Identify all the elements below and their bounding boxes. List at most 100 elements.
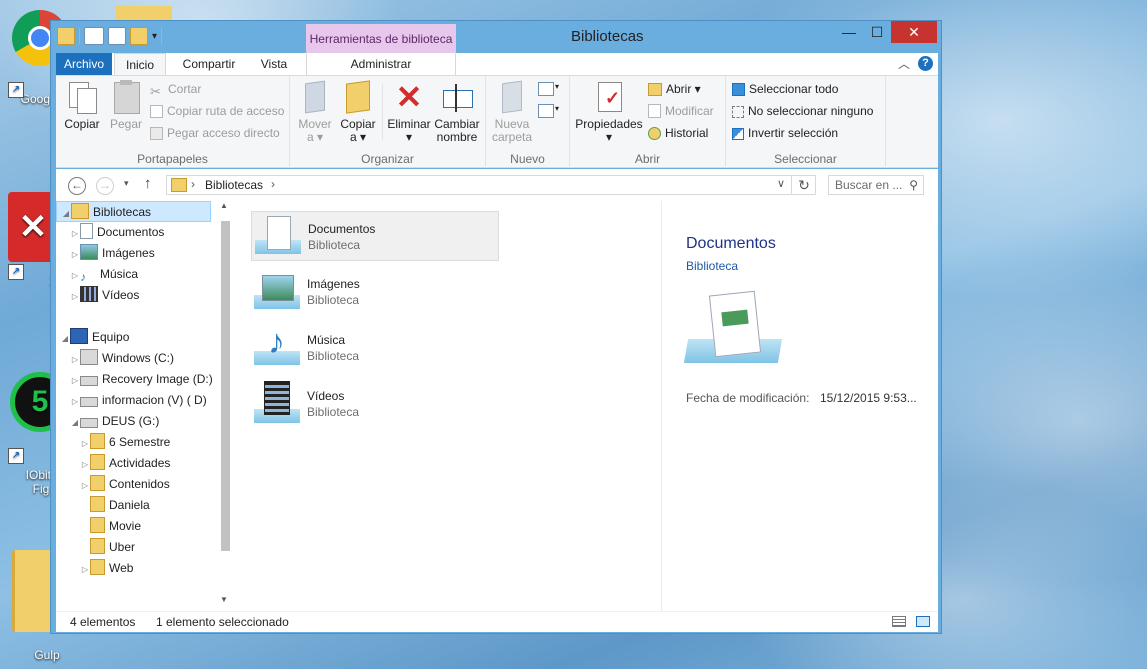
paste-button[interactable]: Pegar (106, 80, 146, 131)
folder-icon[interactable] (57, 27, 75, 45)
ribbon: Copiar Pegar ✂ Cortar Copiar ruta de acce… (56, 75, 938, 168)
select-all-button[interactable]: Seleccionar todo (732, 80, 838, 98)
properties-icon[interactable] (84, 27, 104, 45)
tree-item[interactable]: ▷ Imágenes (56, 243, 155, 264)
new-item-icon[interactable] (538, 82, 554, 96)
desktop-folder-top (116, 6, 172, 20)
tree-item[interactable]: ▷ Vídeos (56, 285, 139, 306)
tree-item[interactable]: Uber (56, 537, 135, 558)
tree-item[interactable]: ▷ Actividades (56, 453, 170, 474)
tree-expander-icon[interactable]: ▷ (70, 286, 80, 307)
library-tile[interactable]: Imágenes Biblioteca (251, 267, 499, 317)
tree-expander-icon[interactable]: ◢ (70, 412, 80, 433)
breadcrumb-bibliotecas[interactable]: Bibliotecas (205, 178, 263, 192)
details-view-icon[interactable] (892, 616, 906, 627)
copy-button[interactable]: Copiar (60, 80, 104, 131)
tree-item[interactable]: ◢ Bibliotecas (56, 201, 211, 222)
rename-button[interactable]: Cambiar nombre (432, 80, 482, 144)
scrollbar-thumb[interactable] (221, 221, 230, 551)
scroll-down-icon[interactable]: ▼ (220, 595, 228, 604)
folder-icon[interactable] (130, 27, 148, 45)
tree-expander-icon[interactable]: ▷ (80, 559, 90, 580)
tree-expander-icon[interactable]: ◢ (60, 328, 70, 349)
easy-access-icon[interactable] (538, 104, 554, 118)
tree-expander-icon[interactable]: ▷ (70, 265, 80, 286)
select-none-button[interactable]: No seleccionar ninguno (732, 102, 873, 120)
cut-button[interactable]: ✂ Cortar (150, 80, 202, 99)
address-bar[interactable]: › Bibliotecas › ∨ ↻ (166, 175, 816, 195)
copy-path-button[interactable]: Copiar ruta de acceso (150, 102, 284, 120)
new-folder-button[interactable]: Nueva carpeta (490, 80, 534, 144)
delete-button[interactable]: ✕ Eliminar ▾ (386, 80, 432, 144)
tree-expander-icon[interactable]: ▷ (70, 244, 80, 265)
customize-qat-icon[interactable]: ▾ (152, 31, 157, 42)
refresh-button[interactable]: ↻ (791, 175, 816, 195)
copy-to-button[interactable]: Copiar a ▾ (338, 80, 378, 144)
group-label: Organizar (361, 152, 414, 166)
tree-expander-icon[interactable]: ▷ (70, 223, 80, 244)
folder-icon (90, 559, 105, 575)
help-icon[interactable]: ? (918, 56, 933, 71)
forward-button[interactable]: → (96, 177, 114, 195)
back-button[interactable]: ← (68, 177, 86, 195)
tab-administrar[interactable]: Administrar (306, 53, 456, 75)
tree-item-label: Documentos (97, 225, 165, 239)
tab-compartir[interactable]: Compartir (174, 53, 244, 75)
address-dropdown-button[interactable]: ∨ (777, 177, 785, 190)
status-bar: 4 elementos 1 elemento seleccionado (56, 611, 938, 632)
properties-button[interactable]: ✓ Propiedades ▾ (574, 80, 644, 144)
tree-item[interactable]: ▷ Web (56, 558, 133, 579)
library-tile[interactable]: ♪ Música Biblioteca (251, 323, 499, 373)
context-tab-library-tools: Herramientas de biblioteca (306, 24, 456, 53)
tree-item[interactable]: ▷ Documentos (56, 222, 164, 243)
tree-expander-icon[interactable]: ▷ (70, 349, 80, 370)
history-label: Historial (665, 126, 709, 140)
recent-locations-button[interactable]: ▾ (124, 178, 129, 189)
drive-icon (80, 397, 98, 407)
tree-item[interactable]: ▷ ♪ Música (56, 264, 138, 285)
history-button[interactable]: Historial (648, 124, 708, 142)
tree-item[interactable]: ▷ Windows (C:) (56, 348, 174, 369)
tree-item[interactable]: ▷ Contenidos (56, 474, 170, 495)
up-button[interactable]: ↑ (144, 175, 152, 192)
library-tile[interactable]: Documentos Biblioteca (251, 211, 499, 261)
tree-item[interactable]: ◢ DEUS (G:) (56, 411, 159, 432)
maximize-button[interactable]: ☐ (861, 21, 893, 43)
tree-item-label: DEUS (G:) (102, 414, 160, 428)
new-folder-icon[interactable] (108, 27, 126, 45)
collapse-ribbon-icon[interactable]: ︿ (898, 55, 910, 72)
tree-item-label: Música (100, 267, 139, 281)
tree-scrollbar[interactable]: ▲ ▼ (217, 201, 233, 611)
cut-label: Cortar (168, 82, 202, 96)
tree-item[interactable]: Daniela (56, 495, 150, 516)
invert-selection-button[interactable]: Invertir selección (732, 124, 838, 142)
tab-vista[interactable]: Vista (252, 53, 296, 75)
open-button[interactable]: Abrir ▾ (648, 80, 701, 98)
edit-button[interactable]: Modificar (648, 102, 714, 120)
tab-inicio[interactable]: Inicio (114, 53, 166, 75)
tree-expander-icon[interactable]: ◢ (61, 203, 71, 224)
breadcrumb-separator[interactable]: › (191, 177, 195, 191)
search-input[interactable]: Buscar en ... ⚲ (828, 175, 924, 195)
tab-archivo[interactable]: Archivo (56, 53, 112, 75)
edit-label: Modificar (665, 104, 714, 118)
tree-expander-icon[interactable]: ▷ (80, 475, 90, 496)
breadcrumb-separator[interactable]: › (271, 177, 275, 191)
tree-item[interactable]: ▷ informacion (V) ( D) (56, 390, 207, 411)
tree-expander-icon[interactable]: ▷ (70, 391, 80, 412)
tree-item[interactable]: Movie (56, 516, 141, 537)
group-seleccionar: Seleccionar todo No seleccionar ninguno … (726, 76, 886, 168)
scroll-up-icon[interactable]: ▲ (220, 201, 228, 210)
tree-item[interactable]: ▷ Recovery Image (D:) (56, 369, 213, 390)
paste-shortcut-button[interactable]: Pegar acceso directo (150, 124, 280, 142)
move-to-button[interactable]: Mover a ▾ (294, 80, 336, 144)
tree-expander-icon[interactable]: ▷ (70, 370, 80, 391)
tree-item[interactable]: ▷ 6 Semestre (56, 432, 170, 453)
library-tile[interactable]: Vídeos Biblioteca (251, 379, 499, 429)
large-icons-view-icon[interactable] (916, 616, 930, 627)
desktop-icon-label: Gulp (34, 648, 60, 662)
tree-expander-icon[interactable]: ▷ (80, 433, 90, 454)
tree-expander-icon[interactable]: ▷ (80, 454, 90, 475)
close-button[interactable]: ✕ (891, 21, 937, 43)
tree-item[interactable]: ◢ Equipo (56, 327, 129, 348)
